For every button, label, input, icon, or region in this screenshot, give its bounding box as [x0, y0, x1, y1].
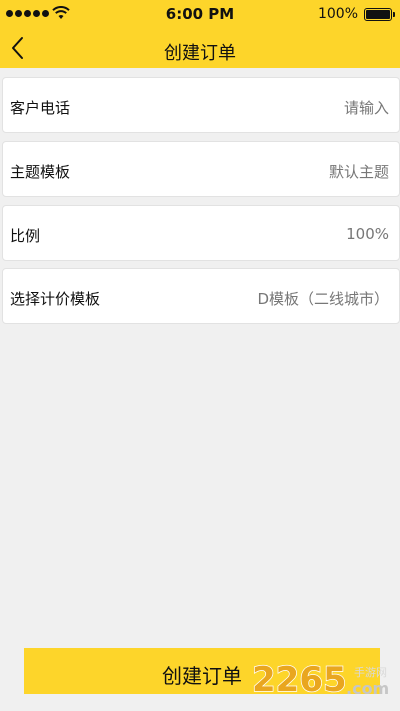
battery-percent: 100% [317, 6, 358, 22]
watermark-logo: 2265 手游网 .com [251, 659, 389, 701]
pricing-template-value: D模板（二线城市） [257, 290, 389, 308]
customer-phone-input[interactable]: 请输入 [344, 97, 389, 118]
customer-phone-row[interactable]: 客户电话 请输入 [2, 77, 400, 133]
watermark-tagline: 手游网 [354, 665, 387, 679]
theme-template-label: 主题模板 [10, 163, 71, 181]
header-bar: 6:00 PM 100% 创建订单 [0, 0, 400, 68]
ratio-label: 比例 [10, 227, 41, 245]
watermark-domain: .com [346, 679, 389, 698]
theme-template-value: 默认主题 [328, 163, 389, 181]
watermark-brand: 2265 [252, 660, 347, 700]
ratio-value: 100% [346, 225, 389, 243]
theme-template-row[interactable]: 主题模板 默认主题 [2, 141, 400, 197]
status-bar: 6:00 PM 100% [0, 0, 400, 28]
customer-phone-label: 客户电话 [10, 99, 71, 117]
pricing-template-row[interactable]: 选择计价模板 D模板（二线城市） [2, 268, 400, 324]
page-title: 创建订单 [164, 43, 236, 64]
pricing-template-label: 选择计价模板 [10, 290, 101, 308]
navigation-bar: 创建订单 [0, 28, 400, 68]
battery-icon [364, 8, 395, 21]
ratio-row[interactable]: 比例 100% [2, 205, 400, 261]
